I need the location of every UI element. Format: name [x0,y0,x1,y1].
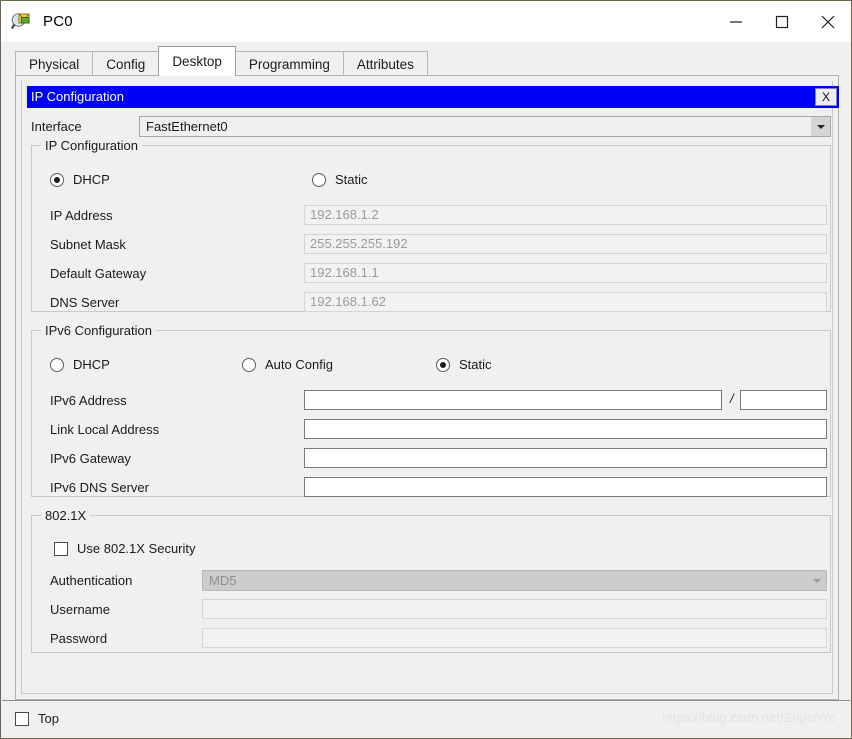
watermark-text: https://blog.csdn.net/ZripenYe [662,711,836,725]
ipv6-prefix-input[interactable] [740,390,827,410]
password-input[interactable] [202,628,827,648]
ipv6-dns-server-input[interactable] [304,477,827,497]
ipv6-gateway-label: IPv6 Gateway [50,451,131,466]
authentication-dropdown[interactable]: MD5 [202,570,827,591]
tab-bar: Physical Config Desktop Programming Attr… [15,46,838,76]
tab-programming[interactable]: Programming [234,51,344,76]
username-input[interactable] [202,599,827,619]
default-gateway-label: Default Gateway [50,266,147,281]
subnet-mask-label: Subnet Mask [50,237,126,252]
ipv4-static-label: Static [335,172,368,187]
authentication-label: Authentication [50,573,133,588]
radio-icon [312,172,326,187]
chevron-down-icon [807,571,826,590]
ip-address-input[interactable]: 192.168.1.2 [304,205,827,225]
dot1x-group: 802.1X Use 802.1X Security Authenticatio… [31,508,831,653]
minimize-button[interactable] [713,1,759,42]
ipv6-static-label: Static [459,357,492,372]
ipv4-group-title: IP Configuration [41,138,142,153]
tab-desktop[interactable]: Desktop [158,46,236,76]
default-gateway-input[interactable]: 192.168.1.1 [304,263,827,283]
ipv6-dns-server-label: IPv6 DNS Server [50,480,149,495]
tab-config[interactable]: Config [92,51,160,76]
ip-configuration-titlebar: IP Configuration X [27,86,839,108]
radio-icon [50,357,64,372]
ip-configuration-title: IP Configuration [31,89,124,104]
ipv6-prefix-separator: / [730,391,734,406]
pc0-window: PC0 Physical Config Desktop Programming … [0,0,852,739]
chevron-down-icon [811,117,830,136]
ip-configuration-close-icon[interactable]: X [815,88,837,106]
dns-server-label: DNS Server [50,295,120,310]
username-label: Username [50,602,110,617]
ipv6-address-input[interactable] [304,390,722,410]
top-label: Top [38,711,59,726]
ipv6-dhcp-label: DHCP [73,357,110,372]
checkbox-icon [15,711,29,726]
maximize-button[interactable] [759,1,805,42]
ipv4-dhcp-label: DHCP [73,172,110,187]
window-title: PC0 [43,13,73,30]
ipv6-configuration-group: IPv6 Configuration DHCP Auto Config Stat… [31,323,831,497]
ipv6-dhcp-radio[interactable]: DHCP [50,357,110,372]
interface-label: Interface [31,119,82,134]
radio-icon [242,357,256,372]
checkbox-icon [54,541,68,556]
ipv4-static-radio[interactable]: Static [312,172,368,187]
use-dot1x-security-label: Use 802.1X Security [77,541,196,556]
ip-configuration-app: IP Configuration X Interface FastEtherne… [21,81,839,694]
window-controls [713,1,851,42]
ipv6-group-title: IPv6 Configuration [41,323,156,338]
authentication-value: MD5 [209,573,237,588]
window-footer: Top https://blog.csdn.net/ZripenYe [2,700,850,738]
title-bar: PC0 [1,1,851,42]
password-label: Password [50,631,108,646]
subnet-mask-input[interactable]: 255.255.255.192 [304,234,827,254]
ipv6-static-radio[interactable]: Static [436,357,492,372]
radio-icon [50,172,64,187]
ipv6-gateway-input[interactable] [304,448,827,468]
ipv4-dhcp-radio[interactable]: DHCP [50,172,110,187]
top-checkbox[interactable]: Top [15,711,59,726]
ip-address-label: IP Address [50,208,113,223]
ipv6-auto-config-label: Auto Config [265,357,333,372]
tab-attributes[interactable]: Attributes [342,51,428,76]
close-button[interactable] [805,1,851,42]
ipv6-address-label: IPv6 Address [50,393,127,408]
tab-physical[interactable]: Physical [15,51,94,76]
ipv4-configuration-group: IP Configuration DHCP Static IP Address … [31,138,831,312]
dot1x-group-title: 802.1X [41,508,91,523]
radio-icon [436,357,450,372]
use-dot1x-security-checkbox[interactable]: Use 802.1X Security [54,541,196,556]
ipv6-auto-config-radio[interactable]: Auto Config [242,357,333,372]
interface-dropdown[interactable]: FastEthernet0 [139,116,831,137]
dns-server-input[interactable]: 192.168.1.62 [304,292,827,312]
interface-value: FastEthernet0 [146,119,228,134]
link-local-address-input[interactable] [304,419,827,439]
link-local-address-label: Link Local Address [50,422,160,437]
desktop-panel: IP Configuration X Interface FastEtherne… [15,75,839,700]
packet-tracer-logo-icon [10,10,34,34]
